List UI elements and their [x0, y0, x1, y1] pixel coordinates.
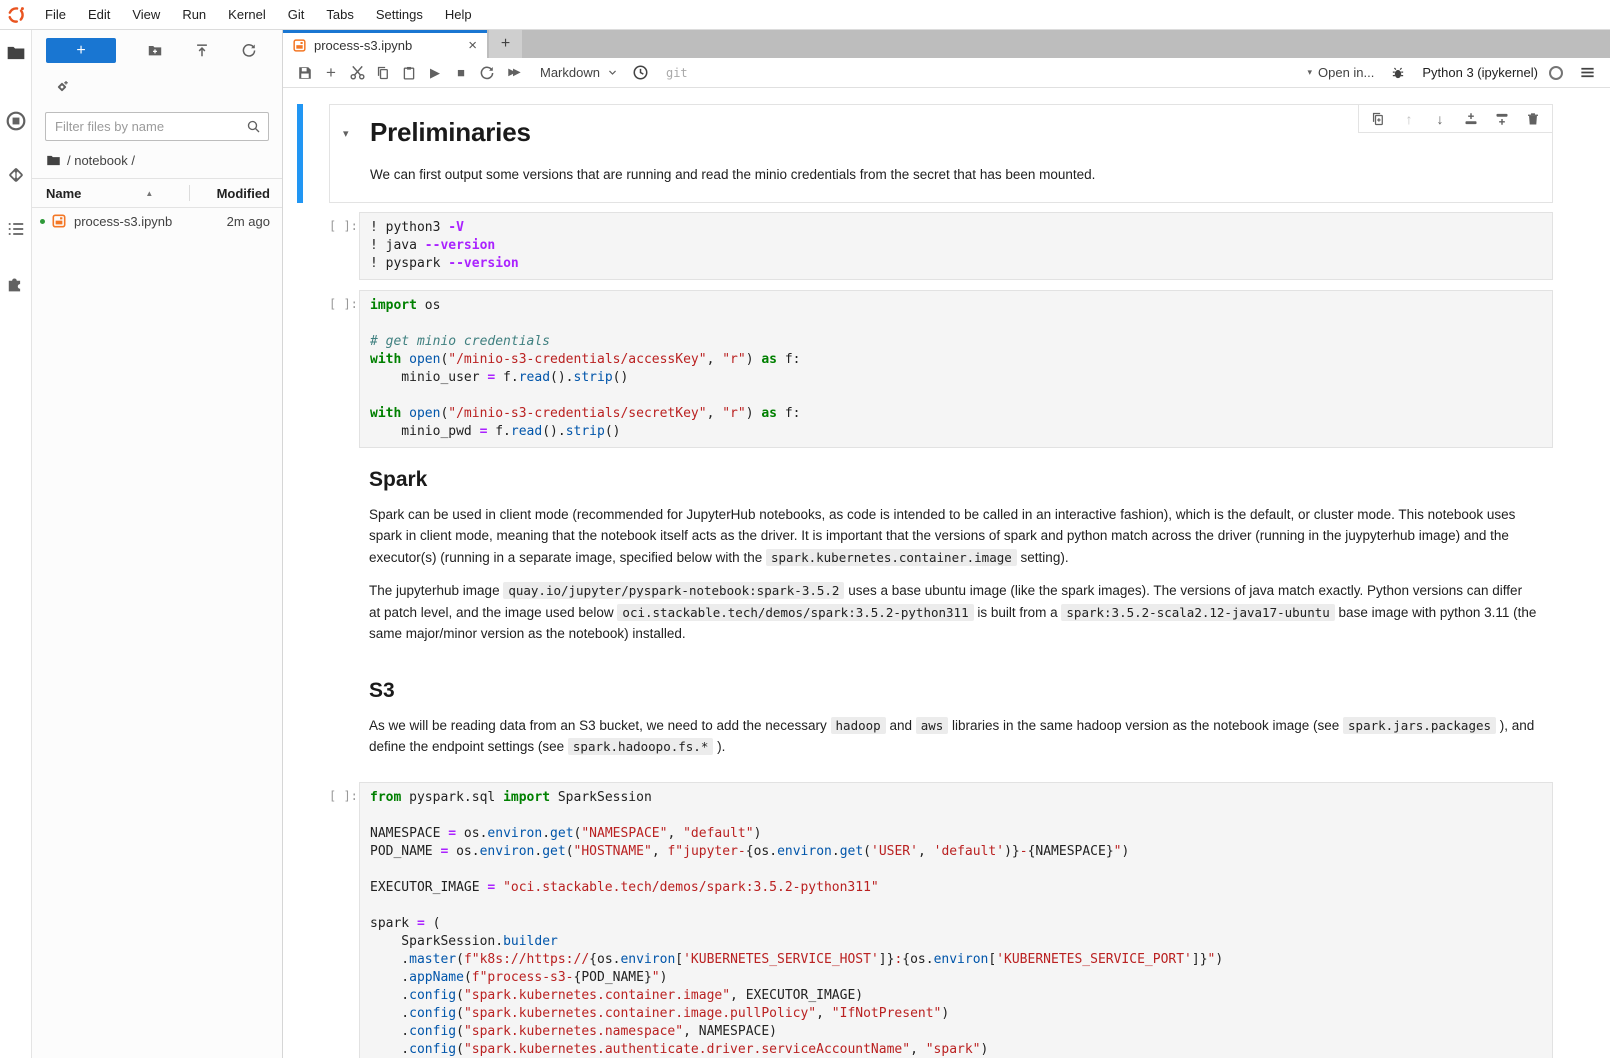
markdown-cell-preliminaries[interactable]: ▾ ↑ ↓ Prelimin: [329, 104, 1553, 203]
toolbar-right: ▾ Open in... Python 3 (ipykernel): [1307, 61, 1600, 85]
cell-type-value: Markdown: [540, 65, 600, 80]
file-list-header: Name ▲ Modified: [32, 178, 282, 208]
tab-bar: process-s3.ipynb × +: [283, 30, 1610, 58]
spark-paragraph-2: The jupyterhub image quay.io/jupyter/pys…: [369, 580, 1537, 645]
heading-spark: Spark: [369, 468, 1537, 492]
md1-paragraph: We can first output some versions that a…: [370, 164, 1536, 186]
menu-run[interactable]: Run: [171, 0, 217, 29]
code-editor[interactable]: ! python3 -V! java --version! pyspark --…: [359, 212, 1553, 280]
file-row[interactable]: process-s3.ipynb 2m ago: [32, 208, 282, 234]
column-divider: [189, 185, 190, 201]
menu-help[interactable]: Help: [434, 0, 483, 29]
toolbar-menu-icon[interactable]: [1574, 61, 1600, 85]
file-modified: 2m ago: [227, 214, 270, 229]
git-clone-row: [32, 69, 282, 102]
notebook-tab-icon: [292, 38, 307, 53]
menu-kernel[interactable]: Kernel: [217, 0, 277, 29]
duplicate-cell-icon[interactable]: [1369, 110, 1387, 128]
kernel-status-icon: [1549, 66, 1563, 80]
sort-ascending-icon: ▲: [145, 189, 153, 198]
file-browser-icon[interactable]: [5, 42, 27, 64]
tab-process-s3[interactable]: process-s3.ipynb ×: [283, 30, 487, 58]
delete-cell-icon[interactable]: [1524, 110, 1542, 128]
home-folder-icon[interactable]: [46, 153, 61, 168]
refresh-icon[interactable]: [241, 43, 257, 59]
restart-kernel-icon[interactable]: [474, 61, 500, 85]
cell-type-dropdown[interactable]: Markdown: [540, 65, 618, 80]
code-cell-versions[interactable]: [ ]: ! python3 -V! java --version! pyspa…: [329, 212, 1553, 280]
heading-s3: S3: [369, 679, 1537, 703]
debugger-bug-icon[interactable]: [1385, 61, 1411, 85]
cell-selection-bar[interactable]: [297, 104, 303, 203]
search-icon: [246, 119, 261, 134]
jupyterhub-logo-icon: [6, 5, 26, 25]
markdown-cell-spark[interactable]: Spark Spark can be used in client mode (…: [329, 458, 1553, 659]
cut-cells-icon[interactable]: [344, 61, 370, 85]
open-in-label: Open in...: [1318, 65, 1374, 80]
dock-panel: process-s3.ipynb × + + ▶ ■ ▶▶: [283, 30, 1610, 1058]
input-prompt: [ ]:: [329, 290, 359, 448]
copy-cells-icon[interactable]: [370, 61, 396, 85]
insert-cell-above-icon[interactable]: [1462, 110, 1480, 128]
menu-file[interactable]: File: [34, 0, 77, 29]
git-toolbar-label: git: [666, 66, 688, 80]
interrupt-kernel-icon[interactable]: ■: [448, 61, 474, 85]
s3-paragraph-1: As we will be reading data from an S3 bu…: [369, 715, 1537, 758]
new-launcher-button[interactable]: +: [46, 38, 116, 63]
column-header-name[interactable]: Name ▲: [46, 186, 189, 201]
spark-paragraph-1: Spark can be used in client mode (recomm…: [369, 504, 1537, 569]
code-editor[interactable]: from pyspark.sql import SparkSession NAM…: [359, 782, 1553, 1058]
menu-tabs[interactable]: Tabs: [315, 0, 364, 29]
input-prompt: [ ]:: [329, 212, 359, 280]
new-tab-button[interactable]: +: [489, 30, 522, 58]
menu-git[interactable]: Git: [277, 0, 316, 29]
tab-close-icon[interactable]: ×: [466, 37, 479, 54]
unsaved-dot-icon: [40, 219, 45, 224]
file-browser-toolbar: +: [32, 30, 282, 69]
save-icon[interactable]: [292, 61, 318, 85]
insert-cell-below-icon[interactable]: [1493, 110, 1511, 128]
file-browser-panel: +: [32, 30, 283, 1058]
code-editor[interactable]: import os # get minio credentialswith op…: [359, 290, 1553, 448]
menu-settings[interactable]: Settings: [365, 0, 434, 29]
extension-manager-icon[interactable]: [5, 272, 27, 294]
move-cell-up-icon[interactable]: ↑: [1400, 110, 1418, 128]
input-prompt: [ ]:: [329, 782, 359, 1058]
notebook-file-icon: [51, 213, 67, 229]
running-sessions-icon[interactable]: [5, 110, 27, 132]
caret-down-icon: ▾: [1307, 67, 1312, 78]
file-name: process-s3.ipynb: [74, 214, 227, 229]
insert-cell-icon[interactable]: +: [318, 61, 344, 85]
notebook-scroll-area[interactable]: ▾ ↑ ↓ Prelimin: [283, 88, 1610, 1058]
code-cell-spark-session[interactable]: [ ]: from pyspark.sql import SparkSessio…: [329, 782, 1553, 1058]
heading-collapser-icon[interactable]: ▾: [343, 127, 349, 140]
markdown-cell-s3[interactable]: S3 As we will be reading data from an S3…: [329, 669, 1553, 772]
notebook-toolbar: + ▶ ■ ▶▶ Markdown git: [283, 58, 1610, 88]
run-cell-icon[interactable]: ▶: [422, 61, 448, 85]
restart-run-all-icon[interactable]: ▶▶: [500, 61, 526, 85]
tab-title: process-s3.ipynb: [314, 38, 466, 53]
filter-files-input[interactable]: [45, 112, 269, 141]
filter-files-wrap: [45, 112, 269, 141]
breadcrumb-path: / notebook /: [67, 153, 135, 168]
code-cell-credentials[interactable]: [ ]: import os # get minio credentialswi…: [329, 290, 1553, 448]
history-clock-icon[interactable]: [628, 61, 654, 85]
cell-toolbar: ↑ ↓: [1358, 104, 1553, 133]
breadcrumb[interactable]: / notebook /: [32, 145, 282, 174]
kernel-name-label[interactable]: Python 3 (ipykernel): [1422, 65, 1538, 80]
git-sidebar-icon[interactable]: [5, 164, 27, 186]
move-cell-down-icon[interactable]: ↓: [1431, 110, 1449, 128]
new-folder-icon[interactable]: [147, 43, 163, 59]
chevron-down-icon: [607, 67, 618, 78]
menu-view[interactable]: View: [121, 0, 171, 29]
menu-edit[interactable]: Edit: [77, 0, 121, 29]
open-in-dropdown[interactable]: ▾ Open in...: [1307, 65, 1374, 80]
git-clone-icon[interactable]: [54, 79, 70, 95]
upload-icon[interactable]: [194, 43, 210, 59]
paste-cells-icon[interactable]: [396, 61, 422, 85]
menu-bar: File Edit View Run Kernel Git Tabs Setti…: [0, 0, 1610, 30]
activity-bar: [0, 30, 32, 1058]
column-header-modified[interactable]: Modified: [200, 186, 270, 201]
table-of-contents-icon[interactable]: [5, 218, 27, 240]
